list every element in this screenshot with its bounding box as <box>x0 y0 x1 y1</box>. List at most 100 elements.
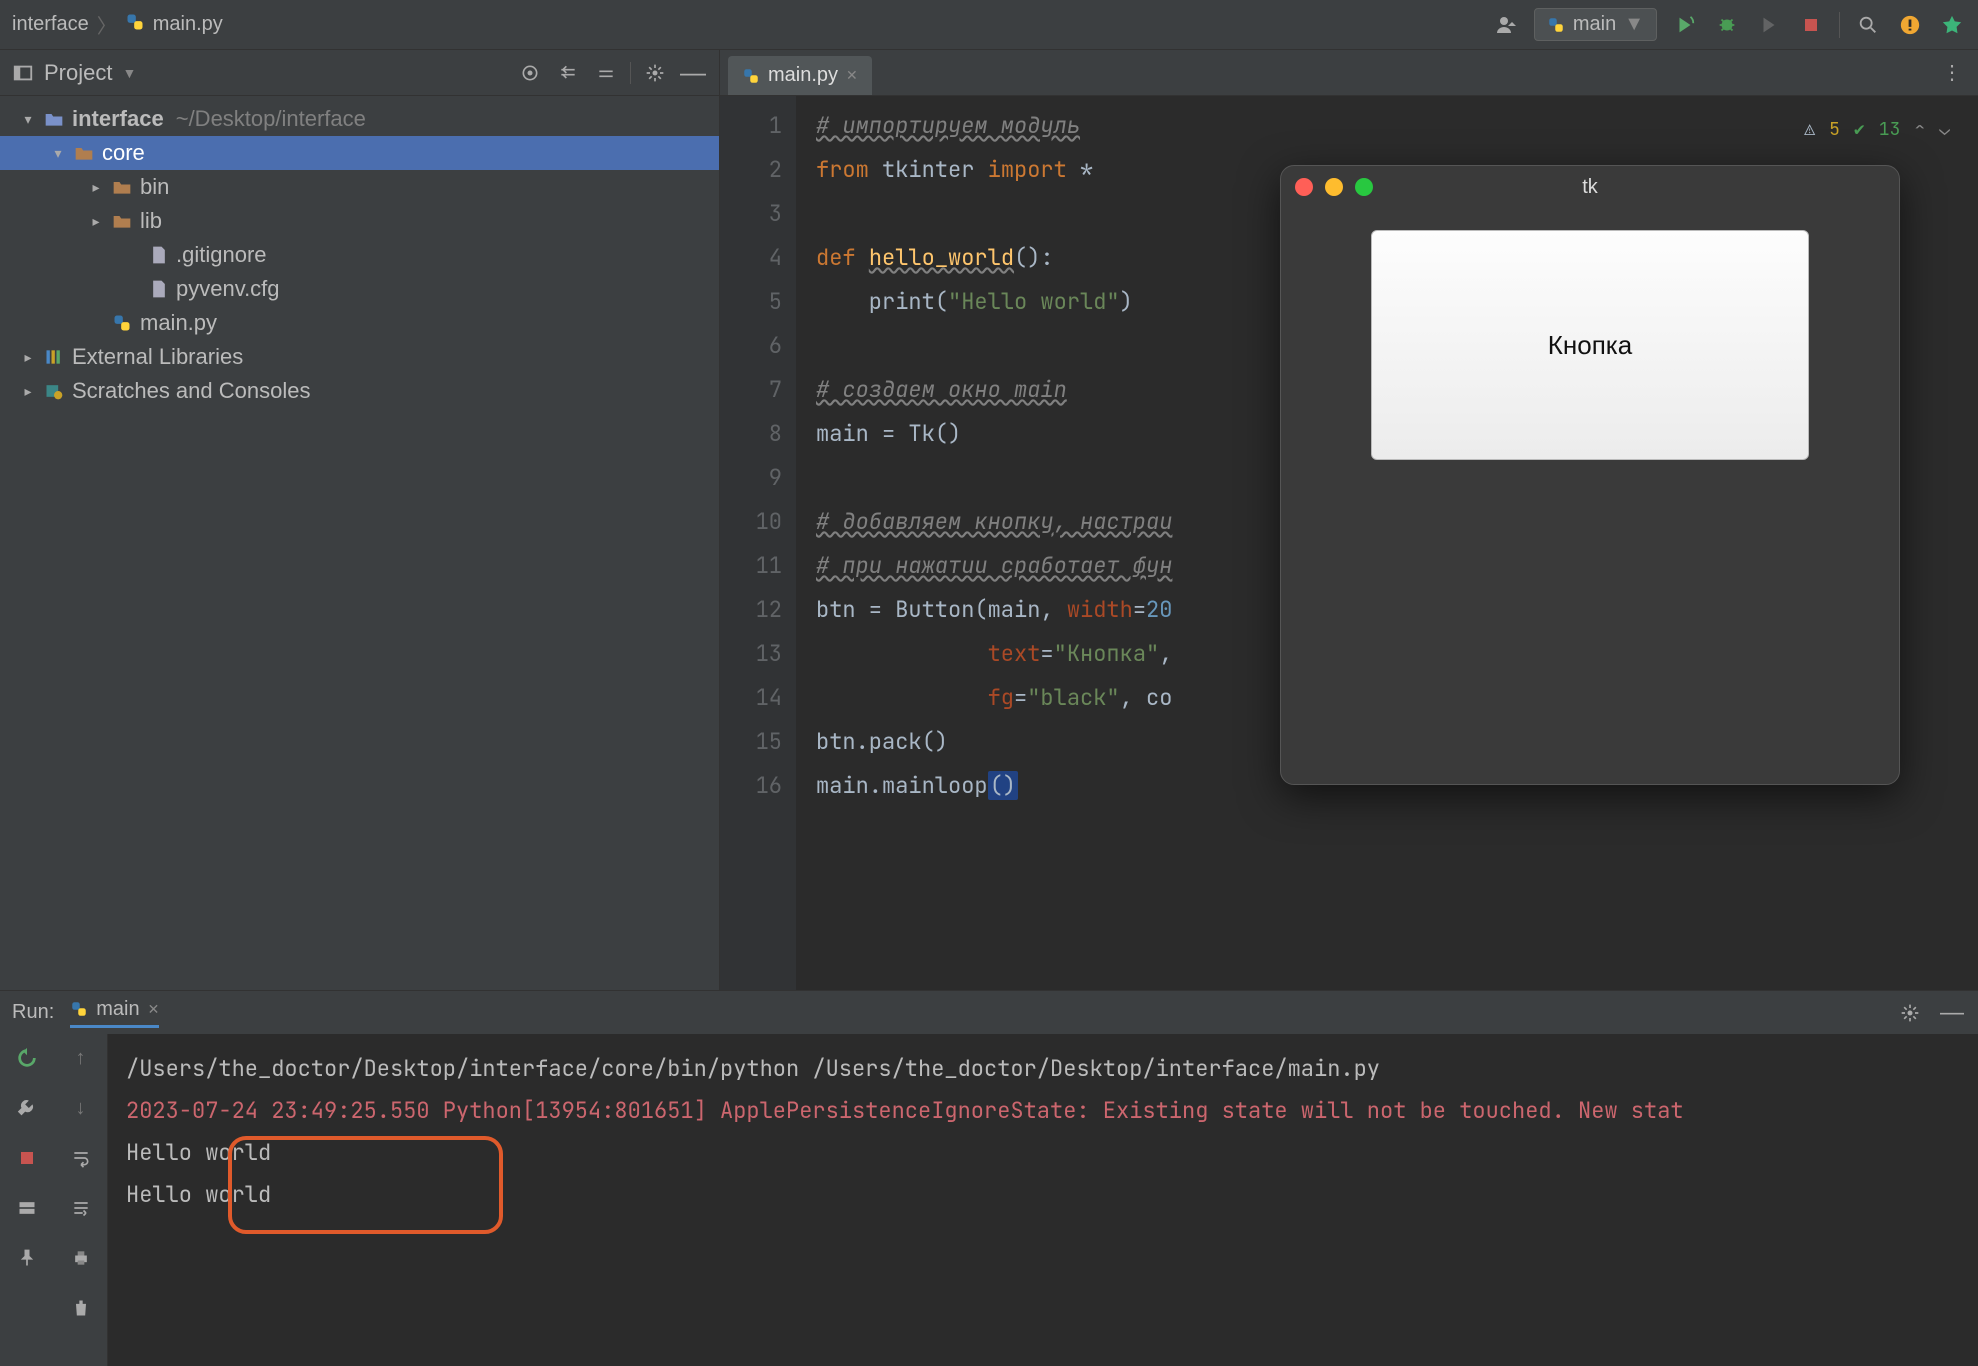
folder-icon <box>44 110 64 128</box>
project-view-icon <box>12 62 34 84</box>
folder-icon <box>112 212 132 230</box>
main-area: Project ▼ — ▾ interface ~/Desktop/interf… <box>0 50 1978 990</box>
more-icon[interactable]: ⋮ <box>1926 50 1978 95</box>
console-warning: 2023-07-24 23:49:25.550 Python[13954:801… <box>126 1090 1960 1132</box>
layout-icon[interactable] <box>13 1194 41 1222</box>
tk-window-title: tk <box>1281 176 1899 199</box>
tree-row-core[interactable]: ▾ core <box>0 136 719 170</box>
collapse-all-icon[interactable] <box>592 59 620 87</box>
breadcrumb-root[interactable]: interface <box>12 13 89 36</box>
tree-label: lib <box>140 208 162 234</box>
tree-row-bin[interactable]: ▸ bin <box>0 170 719 204</box>
tree-label: main.py <box>140 310 217 336</box>
run-config-selector[interactable]: main ▼ <box>1534 8 1657 41</box>
close-icon[interactable]: ✕ <box>148 1001 160 1018</box>
print-icon[interactable] <box>67 1244 95 1272</box>
top-actions: main ▼ <box>1492 8 1966 41</box>
ide-services-icon[interactable] <box>1938 11 1966 39</box>
tree-row-project-root[interactable]: ▾ interface ~/Desktop/interface <box>0 102 719 136</box>
stop-icon[interactable] <box>13 1144 41 1172</box>
gear-icon[interactable] <box>1896 999 1924 1027</box>
run-config-label: main <box>1573 13 1616 36</box>
run-tool-tabbar: Run: main ✕ — <box>0 990 1978 1034</box>
tree-row-scratches[interactable]: ▸ Scratches and Consoles <box>0 374 719 408</box>
tk-button[interactable]: Кнопка <box>1371 230 1809 460</box>
tree-row-mainpy[interactable]: main.py <box>0 306 719 340</box>
stop-icon[interactable] <box>1797 11 1825 39</box>
prev-highlight-icon[interactable]: ⌃ <box>1914 108 1925 152</box>
scroll-to-end-icon[interactable] <box>67 1194 95 1222</box>
expand-all-icon[interactable] <box>554 59 582 87</box>
rerun-icon[interactable] <box>13 1044 41 1072</box>
tk-button-label: Кнопка <box>1548 330 1632 361</box>
tree-label: interface <box>72 106 164 132</box>
scratches-icon <box>44 381 64 401</box>
tree-label: pyvenv.cfg <box>176 276 280 302</box>
console-output-line: Hello world <box>126 1174 1960 1216</box>
inspections-widget[interactable]: ⚠ 5 ✔ 13 ⌃ ⌄ <box>1804 108 1950 152</box>
select-opened-icon[interactable] <box>516 59 544 87</box>
updates-icon[interactable] <box>1896 11 1924 39</box>
chevron-right-icon: ▸ <box>20 383 36 400</box>
tree-label: bin <box>140 174 169 200</box>
python-file-icon <box>742 67 760 85</box>
gear-icon[interactable] <box>641 59 669 87</box>
tree-label: .gitignore <box>176 242 267 268</box>
tk-app-window[interactable]: tk Кнопка <box>1280 165 1900 785</box>
top-toolbar: interface 〉 main.py main ▼ <box>0 0 1978 50</box>
run-tab-main[interactable]: main ✕ <box>70 998 159 1028</box>
editor-tab-mainpy[interactable]: main.py ✕ <box>728 56 872 95</box>
tree-row-gitignore[interactable]: .gitignore <box>0 238 719 272</box>
run-toolwindow-title: Run: <box>12 1001 54 1024</box>
project-sidebar: Project ▼ — ▾ interface ~/Desktop/interf… <box>0 50 720 990</box>
chevron-down-icon: ▼ <box>1624 13 1644 36</box>
console-output-line: Hello world <box>126 1132 1960 1174</box>
line-gutter: 123 456 789 101112 131415 16 <box>720 96 796 990</box>
sidebar-title: Project <box>44 60 112 86</box>
tree-row-external-libs[interactable]: ▸ External Libraries <box>0 340 719 374</box>
run-toolbar-primary <box>0 1034 54 1366</box>
tree-label: core <box>102 140 145 166</box>
run-coverage-icon[interactable] <box>1755 11 1783 39</box>
warning-count: 5 <box>1829 108 1840 152</box>
debug-icon[interactable] <box>1713 11 1741 39</box>
folder-icon <box>112 178 132 196</box>
breadcrumbs: interface 〉 main.py <box>12 10 223 39</box>
next-highlight-icon[interactable]: ⌄ <box>1939 108 1950 152</box>
project-tree[interactable]: ▾ interface ~/Desktop/interface ▾ core ▸… <box>0 96 719 408</box>
up-icon[interactable]: ↑ <box>67 1044 95 1072</box>
search-icon[interactable] <box>1854 11 1882 39</box>
breadcrumb-file[interactable]: main.py <box>153 13 223 36</box>
down-icon[interactable]: ↓ <box>67 1094 95 1122</box>
hide-icon[interactable]: — <box>1938 999 1966 1027</box>
trash-icon[interactable] <box>67 1294 95 1322</box>
separator <box>630 62 631 84</box>
hide-icon[interactable]: — <box>679 59 707 87</box>
python-file-icon <box>112 313 132 333</box>
python-file-icon <box>125 12 145 38</box>
check-icon: ✔ <box>1854 108 1865 152</box>
tree-path: ~/Desktop/interface <box>176 106 366 132</box>
tk-titlebar[interactable]: tk <box>1281 166 1899 208</box>
run-panel: ↑ ↓ /Users/the_doctor/Desktop/interface/… <box>0 1034 1978 1366</box>
rerun-icon[interactable] <box>1671 11 1699 39</box>
tree-row-pyvenv[interactable]: pyvenv.cfg <box>0 272 719 306</box>
tree-label: External Libraries <box>72 344 243 370</box>
close-icon[interactable]: ✕ <box>846 67 858 84</box>
file-icon <box>150 245 168 265</box>
tree-row-lib[interactable]: ▸ lib <box>0 204 719 238</box>
python-file-icon <box>70 1000 88 1018</box>
chevron-down-icon: ▾ <box>50 145 66 162</box>
ok-count: 13 <box>1879 108 1901 152</box>
run-console[interactable]: /Users/the_doctor/Desktop/interface/core… <box>108 1034 1978 1366</box>
breadcrumb-separator: 〉 <box>97 10 117 39</box>
console-command: /Users/the_doctor/Desktop/interface/core… <box>126 1048 1960 1090</box>
chevron-right-icon: ▸ <box>88 213 104 230</box>
folder-icon <box>74 144 94 162</box>
user-icon[interactable] <box>1492 11 1520 39</box>
chevron-down-icon[interactable]: ▼ <box>122 65 136 81</box>
soft-wrap-icon[interactable] <box>67 1144 95 1172</box>
pin-icon[interactable] <box>13 1244 41 1272</box>
wrench-icon[interactable] <box>13 1094 41 1122</box>
run-toolbar-secondary: ↑ ↓ <box>54 1034 108 1366</box>
